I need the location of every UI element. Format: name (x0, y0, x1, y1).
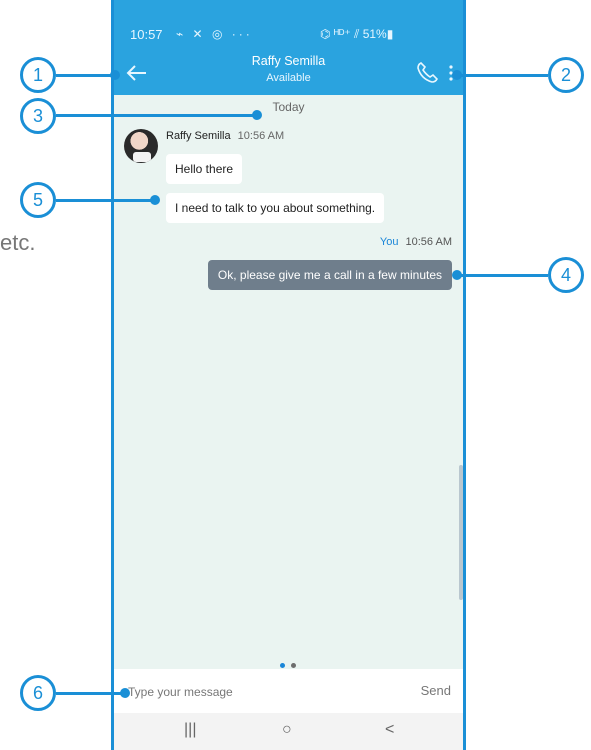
call-button[interactable] (414, 60, 440, 86)
nav-back-button[interactable]: < (385, 721, 394, 739)
status-system-icons: ⌬ ᴴᴰ⁺ ⫽ 51%▮ (320, 27, 394, 41)
recent-apps-button[interactable]: ||| (184, 721, 196, 739)
app-header: 10:57 ⌁ ✕ ◎ ··· ⌬ ᴴᴰ⁺ ⫽ 51%▮ Raffy Semil… (114, 0, 463, 95)
message-composer: Send (114, 669, 463, 713)
callout-6-line (56, 692, 126, 695)
chat-area: Today Raffy Semilla 10:56 AM Hello there… (114, 95, 463, 668)
outgoing-message: Ok, please give me a call in a few minut… (207, 260, 452, 290)
home-button[interactable]: ○ (282, 721, 292, 739)
callout-1-line (56, 74, 116, 77)
side-text: etc. (0, 230, 36, 255)
phone-screen: 10:57 ⌁ ✕ ◎ ··· ⌬ ᴴᴰ⁺ ⫽ 51%▮ Raffy Semil… (111, 0, 466, 750)
callout-6-dot (120, 688, 130, 698)
callout-4-dot (452, 270, 462, 280)
callout-5-dot (150, 195, 160, 205)
contact-status: Available (266, 72, 311, 84)
incoming-message: Hello there (166, 154, 243, 184)
callout-5-line (56, 199, 156, 202)
callout-3: 3 (20, 98, 56, 134)
status-bar: 10:57 ⌁ ✕ ◎ ··· ⌬ ᴴᴰ⁺ ⫽ 51%▮ (128, 27, 449, 45)
callout-4: 4 (548, 257, 584, 293)
contact-avatar (124, 129, 158, 163)
incoming-message: I need to talk to you about something. (166, 193, 385, 223)
date-separator: Today (272, 100, 305, 114)
android-nav-bar: ||| ○ < (114, 713, 463, 750)
status-time: 10:57 (130, 27, 163, 42)
callout-6: 6 (20, 675, 56, 711)
status-notification-icons: ⌁ ✕ ◎ ··· (176, 27, 253, 41)
page-dot-active (280, 663, 285, 668)
callout-2: 2 (548, 57, 584, 93)
callout-3-dot (252, 110, 262, 120)
message-input[interactable] (126, 680, 390, 704)
incoming-sender-line: Raffy Semilla 10:56 AM (166, 130, 284, 142)
incoming-time: 10:56 AM (237, 130, 285, 142)
chat-scrollbar[interactable] (459, 465, 463, 600)
phone-icon (417, 62, 438, 83)
contact-name: Raffy Semilla (251, 54, 326, 68)
incoming-sender-name: Raffy Semilla (166, 130, 231, 142)
callout-1-dot (110, 70, 120, 80)
callout-5: 5 (20, 182, 56, 218)
outgoing-sender: You (379, 236, 399, 248)
page-dot (291, 663, 297, 668)
callout-2-dot (452, 70, 462, 80)
callout-4-line (458, 274, 548, 277)
callout-2-line (458, 74, 548, 77)
outgoing-meta: You 10:56 AM (380, 236, 452, 248)
send-button[interactable]: Send (421, 683, 451, 698)
outgoing-time: 10:56 AM (405, 236, 452, 248)
callout-1: 1 (20, 57, 56, 93)
callout-3-line (56, 114, 258, 117)
